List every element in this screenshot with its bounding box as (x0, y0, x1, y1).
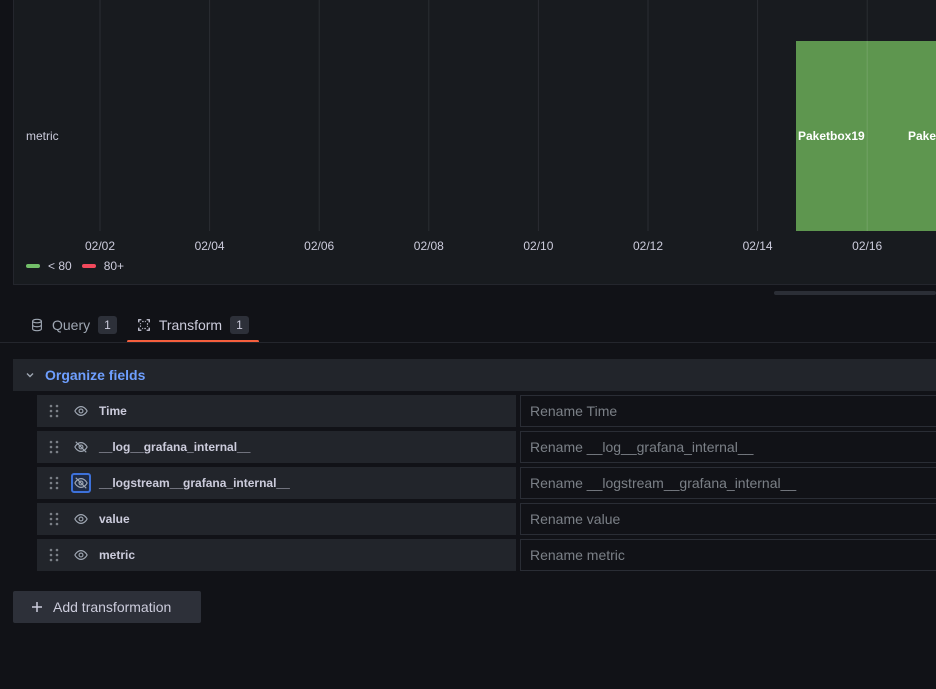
chevron-down-icon (26, 373, 34, 378)
legend-item-80-plus[interactable]: 80+ (81, 259, 125, 273)
chart-legend: < 80 80+ (26, 259, 124, 273)
x-tick-label: 02/02 (85, 239, 115, 253)
rename-field-input[interactable] (520, 395, 936, 427)
x-tick-label: 02/04 (195, 239, 225, 253)
field-name: Time (99, 404, 127, 418)
drag-handle-icon[interactable] (49, 476, 61, 490)
rename-field-input[interactable] (520, 467, 936, 499)
field-row: __log__grafana_internal__ (37, 431, 936, 463)
x-tick-label: 02/08 (414, 239, 444, 253)
field-item: __log__grafana_internal__ (37, 431, 516, 463)
transformation-title: Organize fields (45, 367, 146, 383)
bar-value-label: Pake (908, 129, 936, 143)
rename-field-input[interactable] (520, 539, 936, 571)
transform-icon (137, 319, 150, 331)
field-name: __log__grafana_internal__ (99, 440, 251, 454)
eye-icon[interactable] (71, 545, 91, 565)
state-timeline-panel: Paketbox19 Pake 02/02 02/04 02/06 02/08 02/10… (13, 0, 936, 285)
editor-tabs: Query 1 Transform 1 (20, 308, 259, 343)
field-name: metric (99, 548, 136, 562)
drag-handle-icon[interactable] (49, 512, 61, 526)
state-timeline-chart: Paketbox19 Pake 02/02 02/04 02/06 02/08 02/10… (26, 0, 936, 253)
field-item: value (37, 503, 516, 535)
drag-handle-icon[interactable] (49, 404, 61, 418)
tab-query[interactable]: Query 1 (20, 308, 127, 342)
plus-icon (32, 602, 42, 612)
database-icon (32, 318, 42, 332)
field-item: Time (37, 395, 516, 427)
add-transformation-label: Add transformation (53, 599, 172, 615)
x-tick-label: 02/14 (743, 239, 773, 253)
x-tick-label: 02/10 (523, 239, 553, 253)
tab-count-badge: 1 (98, 316, 117, 334)
field-item: __logstream__grafana_internal__ (37, 467, 516, 499)
legend-label: < 80 (48, 259, 72, 273)
rename-field-input[interactable] (520, 431, 936, 463)
legend-label: 80+ (103, 259, 125, 273)
field-name: value (99, 512, 130, 526)
tab-label: Transform (158, 317, 223, 333)
tab-transform[interactable]: Transform 1 (126, 308, 259, 343)
horizontal-scrollbar[interactable] (774, 291, 936, 295)
field-row: Time (37, 395, 936, 427)
x-tick-label: 02/16 (852, 239, 882, 253)
tabs-divider (0, 342, 936, 343)
legend-item-below-80[interactable]: < 80 (26, 259, 72, 273)
eye-icon[interactable] (71, 509, 91, 529)
eye-icon[interactable] (71, 401, 91, 421)
field-item: metric (37, 539, 516, 571)
x-tick-label: 02/06 (304, 239, 334, 253)
legend-swatch (81, 264, 96, 268)
field-row: __logstream__grafana_internal__ (37, 467, 936, 499)
field-name: __logstream__grafana_internal__ (99, 476, 290, 490)
organize-fields-header[interactable]: Organize fields (13, 359, 936, 391)
y-axis-label: metric (26, 129, 59, 143)
add-transformation-button[interactable]: Add transformation (13, 591, 201, 623)
legend-swatch (26, 264, 40, 268)
drag-handle-icon[interactable] (49, 440, 61, 454)
drag-handle-icon[interactable] (49, 548, 61, 562)
bar-value-label: Paketbox19 (798, 129, 865, 143)
rename-field-input[interactable] (520, 503, 936, 535)
eye-slash-icon[interactable] (71, 473, 91, 493)
tab-count-badge: 1 (230, 316, 249, 334)
field-row: metric (37, 539, 936, 571)
field-row: value (37, 503, 936, 535)
tab-label: Query (52, 317, 91, 333)
x-tick-label: 02/12 (633, 239, 663, 253)
eye-slash-icon[interactable] (71, 437, 91, 457)
